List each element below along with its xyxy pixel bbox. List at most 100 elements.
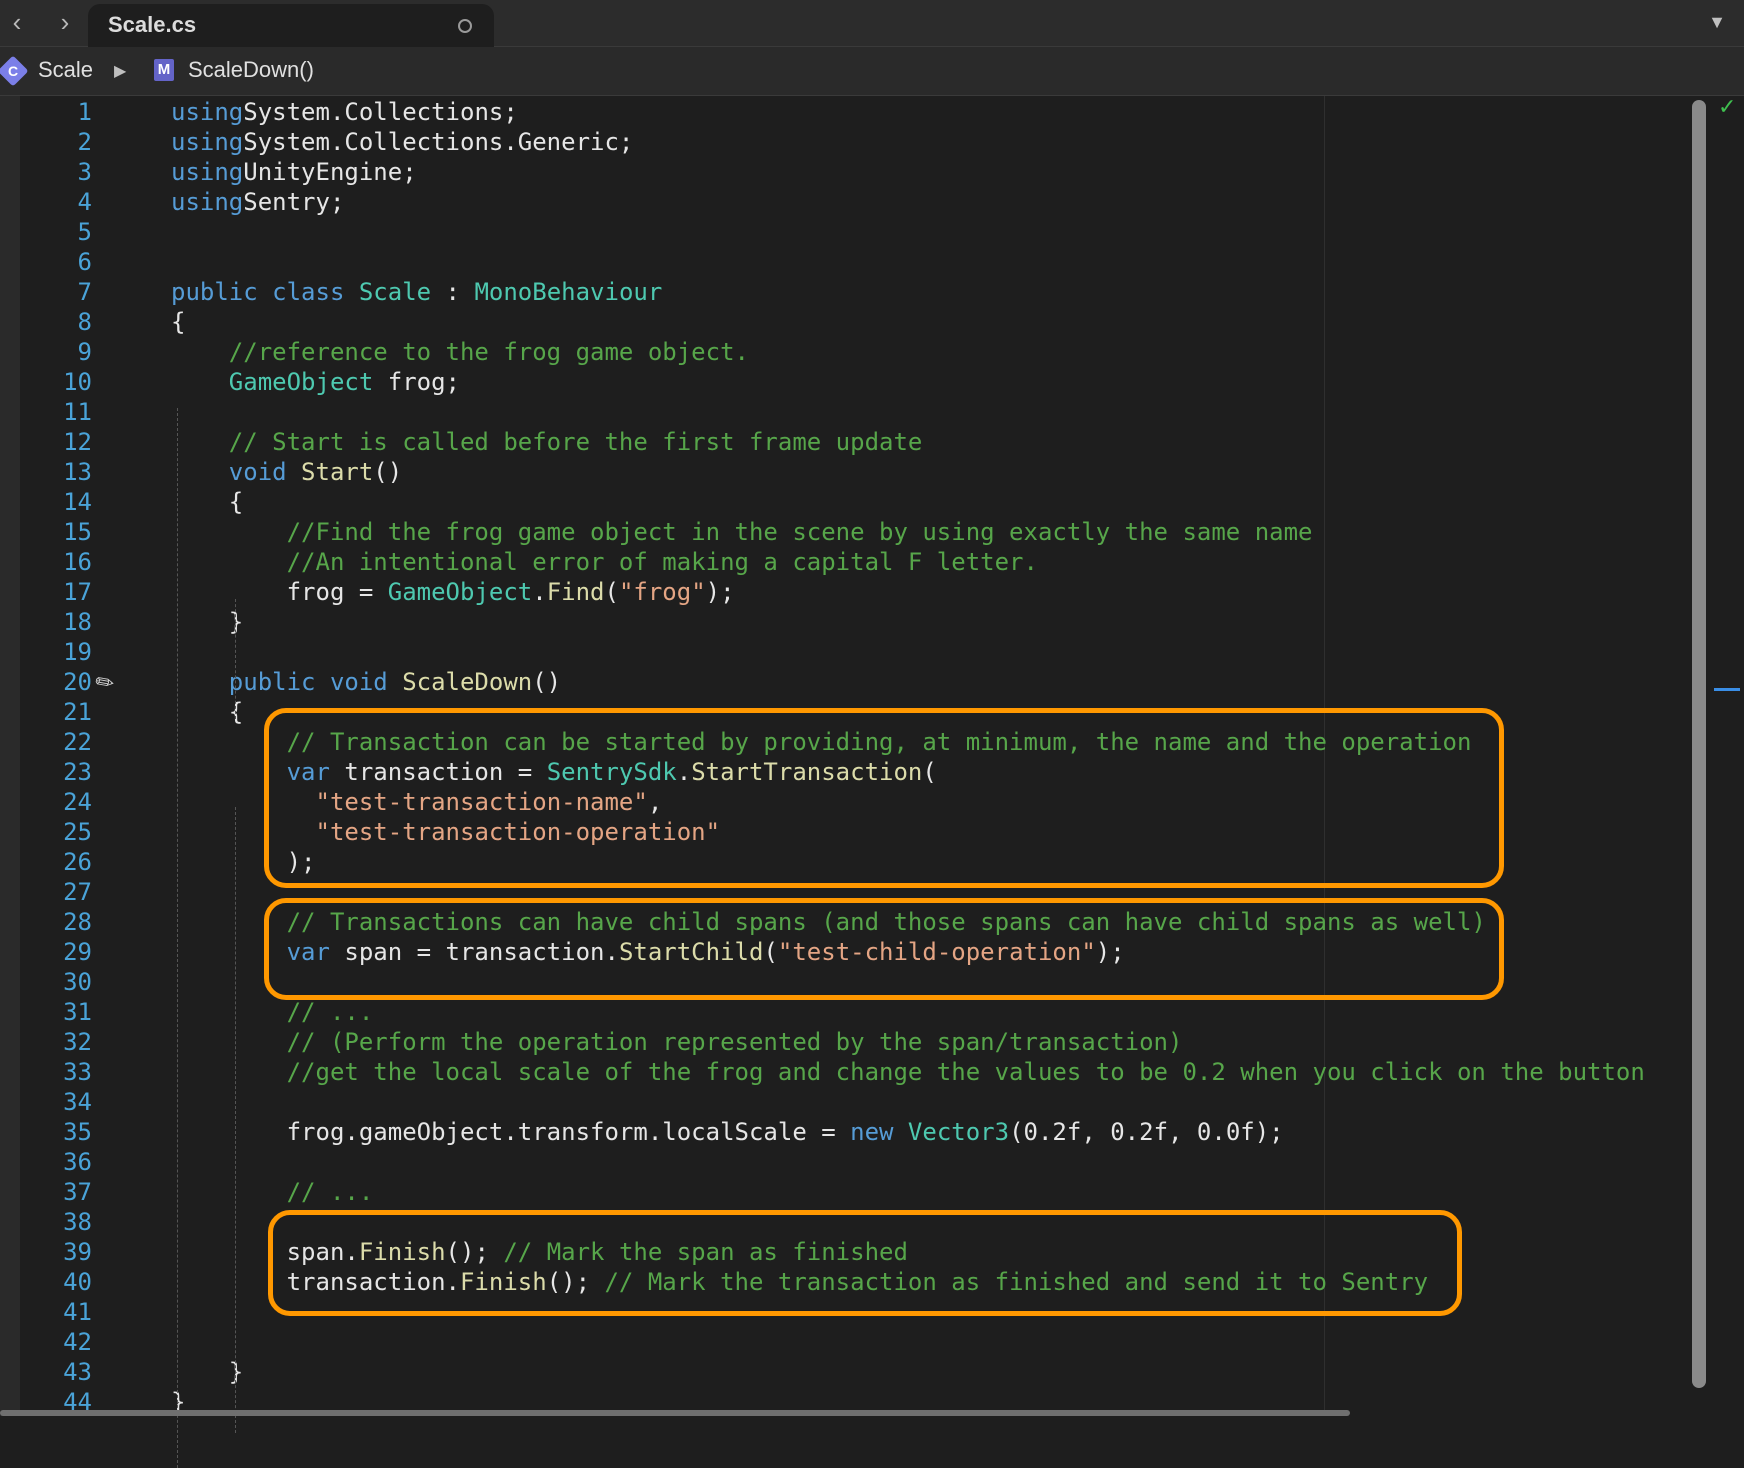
code-token: MonoBehaviour	[474, 278, 663, 306]
line-number[interactable]: 37	[40, 1178, 92, 1206]
code-line[interactable]: // (Perform the operation represented by…	[171, 1028, 1183, 1056]
code-line[interactable]: GameObject frog;	[171, 368, 460, 396]
line-number[interactable]: 21	[40, 698, 92, 726]
code-token: // Start is called before the first fram…	[228, 428, 923, 456]
code-line[interactable]: //reference to the frog game object.	[171, 338, 749, 366]
line-number[interactable]: 27	[40, 878, 92, 906]
line-number[interactable]: 14	[40, 488, 92, 516]
line-number[interactable]: 2	[40, 128, 92, 156]
code-line[interactable]: frog.gameObject.transform.localScale = n…	[171, 1118, 1284, 1146]
code-line[interactable]: usingUnityEngine;	[171, 158, 417, 186]
line-number[interactable]: 19	[40, 638, 92, 666]
code-token: System.Collections.Generic;	[243, 128, 634, 156]
code-line[interactable]: public void ScaleDown()	[171, 668, 561, 696]
line-number[interactable]: 25	[40, 818, 92, 846]
line-number[interactable]: 13	[40, 458, 92, 486]
code-token: "frog"	[618, 578, 706, 606]
code-line[interactable]: void Start()	[171, 458, 402, 486]
line-number[interactable]: 28	[40, 908, 92, 936]
code-line[interactable]: {	[171, 308, 185, 336]
breadcrumb-class[interactable]: Scale	[38, 57, 93, 83]
code-editor[interactable]: 1 usingSystem.Collections; 2 usingSystem.Co…	[0, 94, 1744, 1468]
code-line[interactable]: // Start is called before the first fram…	[171, 428, 923, 456]
line-number[interactable]: 42	[40, 1328, 92, 1356]
code-line[interactable]: usingSentry;	[171, 188, 344, 216]
line-number[interactable]: 7	[40, 278, 92, 306]
indent-guide	[235, 599, 236, 719]
line-number[interactable]: 6	[40, 248, 92, 276]
tab-list-dropdown-icon[interactable]: ▼	[1708, 12, 1726, 33]
line-number[interactable]: 35	[40, 1118, 92, 1146]
code-token: System.Collections;	[243, 98, 518, 126]
line-number[interactable]: 36	[40, 1148, 92, 1176]
code-token: (	[604, 578, 619, 606]
line-number[interactable]: 10	[40, 368, 92, 396]
code-line[interactable]: //An intentional error of making a capit…	[171, 548, 1038, 576]
code-line[interactable]: frog = GameObject.Find("frog");	[171, 578, 735, 606]
code-line[interactable]: usingSystem.Collections;	[171, 98, 518, 126]
breakpoint-icon[interactable]: ✎	[90, 667, 120, 699]
method-icon: M	[154, 59, 174, 81]
line-number[interactable]: 11	[40, 398, 92, 426]
line-number[interactable]: 20	[40, 668, 92, 696]
line-number[interactable]: 5	[40, 218, 92, 246]
code-line[interactable]: }	[171, 608, 243, 636]
line-number[interactable]: 26	[40, 848, 92, 876]
finish-highlight-box	[268, 1210, 1462, 1316]
line-number[interactable]: 12	[40, 428, 92, 456]
vertical-scrollbar[interactable]	[1692, 100, 1706, 1388]
line-number[interactable]: 18	[40, 608, 92, 636]
code-token: Start	[301, 458, 374, 486]
line-number[interactable]: 15	[40, 518, 92, 546]
line-number[interactable]: 16	[40, 548, 92, 576]
code-token: {	[171, 698, 244, 726]
breadcrumb-method[interactable]: ScaleDown()	[188, 57, 314, 83]
tab-bar: ‹ › Scale.cs ▼	[0, 0, 1744, 47]
line-number[interactable]: 1	[40, 98, 92, 126]
line-number[interactable]: 40	[40, 1268, 92, 1296]
code-token: (0.2f, 0.2f, 0.0f);	[1009, 1118, 1284, 1146]
tab-scale-cs[interactable]: Scale.cs	[88, 4, 494, 47]
line-number[interactable]: 8	[40, 308, 92, 336]
line-number[interactable]: 22	[40, 728, 92, 756]
code-token: new	[850, 1118, 908, 1146]
code-token: :	[431, 278, 475, 306]
line-number[interactable]: 33	[40, 1058, 92, 1086]
code-line[interactable]: // ...	[171, 1178, 374, 1206]
forward-nav-icon[interactable]: ›	[48, 6, 82, 40]
back-nav-icon[interactable]: ‹	[0, 6, 34, 40]
line-number[interactable]: 39	[40, 1238, 92, 1266]
code-token: public void	[228, 668, 403, 696]
line-number[interactable]: 23	[40, 758, 92, 786]
line-number[interactable]: 32	[40, 1028, 92, 1056]
class-icon: C	[0, 55, 29, 87]
horizontal-scrollbar[interactable]	[0, 1410, 1350, 1416]
code-token: using	[171, 158, 244, 186]
line-number[interactable]: 3	[40, 158, 92, 186]
line-number[interactable]: 9	[40, 338, 92, 366]
line-number[interactable]: 30	[40, 968, 92, 996]
line-number[interactable]: 24	[40, 788, 92, 816]
line-number[interactable]: 38	[40, 1208, 92, 1236]
code-line[interactable]: //get the local scale of the frog and ch…	[171, 1058, 1645, 1086]
code-line[interactable]: //Find the frog game object in the scene…	[171, 518, 1313, 546]
code-line[interactable]: }	[171, 1358, 243, 1386]
unsaved-dot-icon[interactable]	[458, 19, 472, 33]
code-token: ()	[373, 458, 403, 486]
code-token: {	[171, 308, 186, 336]
code-line[interactable]: // ...	[171, 998, 374, 1026]
code-line[interactable]: {	[171, 488, 243, 516]
code-line[interactable]: usingSystem.Collections.Generic;	[171, 128, 633, 156]
line-number[interactable]: 43	[40, 1358, 92, 1386]
code-token: GameObject	[228, 368, 374, 396]
line-number[interactable]: 34	[40, 1088, 92, 1116]
line-number[interactable]: 4	[40, 188, 92, 216]
line-number[interactable]: 17	[40, 578, 92, 606]
line-number[interactable]: 41	[40, 1298, 92, 1326]
line-number[interactable]: 29	[40, 938, 92, 966]
line-number[interactable]: 31	[40, 998, 92, 1026]
code-line[interactable]: public class Scale : MonoBehaviour	[171, 278, 662, 306]
code-line[interactable]: {	[171, 698, 243, 726]
